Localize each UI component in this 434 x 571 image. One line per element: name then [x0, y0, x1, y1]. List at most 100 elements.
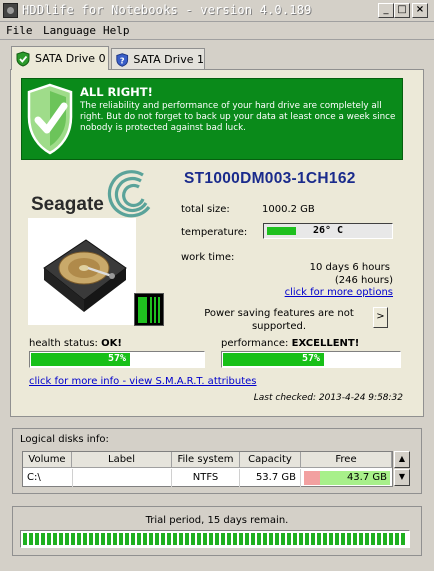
- svg-text:?: ?: [120, 55, 125, 65]
- temperature-indicator: 26° C: [263, 223, 393, 239]
- cell-free[interactable]: 43.7 GB: [304, 471, 390, 485]
- trial-progress-segment: [263, 533, 267, 545]
- trial-progress-segment: [329, 533, 333, 545]
- trial-progress-segment: [323, 533, 327, 545]
- trial-progress-segment: [401, 533, 405, 545]
- drive-model: ST1000DM003-1CH162: [184, 170, 356, 187]
- cell-file-system[interactable]: NTFS: [172, 469, 240, 487]
- tab-label: SATA Drive 1: [133, 53, 204, 66]
- trial-progress-segment: [47, 533, 51, 545]
- trial-progress-segment: [95, 533, 99, 545]
- trial-progress-segment: [359, 533, 363, 545]
- window-title: HDDlife for Notebooks - version 4.0.189: [22, 3, 312, 17]
- app-hdd-icon: [3, 3, 18, 18]
- trial-progress-segment: [377, 533, 381, 545]
- trial-progress-segment: [203, 533, 207, 545]
- trial-progress-segment: [227, 533, 231, 545]
- trial-progress-segment: [107, 533, 111, 545]
- trial-progress-segment: [191, 533, 195, 545]
- trial-progress-segment: [347, 533, 351, 545]
- trial-progress-segment: [53, 533, 57, 545]
- trial-progress-segment: [137, 533, 141, 545]
- health-percent: 57%: [107, 353, 127, 364]
- status-message: The reliability and performance of your …: [80, 101, 396, 133]
- shield-ok-icon: [16, 50, 30, 67]
- trial-progress-segment: [389, 533, 393, 545]
- work-time-hours: (246 hours): [334, 275, 393, 286]
- performance-label: performance: EXCELLENT!: [221, 338, 360, 349]
- trial-progress-segment: [269, 533, 273, 545]
- performance-bar: 57%: [221, 351, 401, 368]
- column-header-volume[interactable]: Volume: [23, 452, 72, 468]
- trial-progress-segment: [257, 533, 261, 545]
- trial-progress-segment: [305, 533, 309, 545]
- free-space-value: 43.7 GB: [346, 472, 387, 483]
- trial-progress-segment: [77, 533, 81, 545]
- column-header-free[interactable]: Free: [301, 452, 392, 468]
- total-size-value: 1000.2 GB: [262, 204, 315, 215]
- power-saving-text: Power saving features are not supported.: [204, 308, 354, 332]
- trial-progress-segment: [125, 533, 129, 545]
- health-status-label: health status: OK!: [29, 338, 122, 349]
- trial-progress-segment: [341, 533, 345, 545]
- power-options-button[interactable]: >: [373, 307, 388, 328]
- cell-label[interactable]: [72, 469, 172, 487]
- shield-question-icon: ?: [116, 52, 129, 67]
- trial-progress-segment: [89, 533, 93, 545]
- temperature-value: 26° C: [312, 225, 344, 236]
- trial-progress-segment: [161, 533, 165, 545]
- tab-sata-drive-0[interactable]: SATA Drive 0: [11, 46, 109, 70]
- trial-progress-segment: [395, 533, 399, 545]
- trial-progress-segment: [23, 533, 27, 545]
- menu-bar: File Language Help: [0, 22, 434, 40]
- seagate-logo-icon: [107, 170, 151, 218]
- menu-file[interactable]: File: [6, 24, 33, 37]
- shield-check-icon: [27, 83, 73, 155]
- scroll-down-button[interactable]: ▼: [394, 469, 410, 486]
- trial-progress-segment: [83, 533, 87, 545]
- close-button[interactable]: ×: [412, 3, 428, 18]
- trial-progress-segment: [317, 533, 321, 545]
- trial-progress-segment: [287, 533, 291, 545]
- work-time-label: work time:: [181, 252, 235, 263]
- column-header-label[interactable]: Label: [72, 452, 172, 468]
- hard-drive-icon: [43, 239, 127, 312]
- column-header-file-system[interactable]: File system: [172, 452, 240, 468]
- trial-progress-segment: [41, 533, 45, 545]
- smart-attributes-link[interactable]: click for more info - view S.M.A.R.T. at…: [29, 376, 257, 387]
- trial-progress-segment: [215, 533, 219, 545]
- trial-progress-segment: [173, 533, 177, 545]
- performance-value: EXCELLENT!: [291, 338, 360, 349]
- trial-progress-segment: [281, 533, 285, 545]
- trial-progress-segment: [113, 533, 117, 545]
- trial-progress-segment: [65, 533, 69, 545]
- trial-progress-segment: [149, 533, 153, 545]
- trial-progress-segment: [365, 533, 369, 545]
- trial-progress-segment: [221, 533, 225, 545]
- trial-text: Trial period, 15 days remain.: [145, 515, 289, 526]
- trial-progress-segment: [59, 533, 63, 545]
- cell-capacity[interactable]: 53.7 GB: [240, 469, 301, 487]
- column-header-capacity[interactable]: Capacity: [240, 452, 301, 468]
- logical-disks-table: Volume Label File system Capacity Free C…: [22, 451, 393, 487]
- more-options-link[interactable]: click for more options: [285, 287, 393, 298]
- trial-progress-segment: [311, 533, 315, 545]
- menu-help[interactable]: Help: [103, 24, 130, 37]
- trial-progress-segment: [371, 533, 375, 545]
- trial-progress-segment: [251, 533, 255, 545]
- trial-progress-segment: [101, 533, 105, 545]
- minimize-button[interactable]: _: [378, 3, 394, 18]
- status-banner: ALL RIGHT! The reliability and performan…: [21, 78, 403, 160]
- trial-progress-segment: [131, 533, 135, 545]
- menu-language[interactable]: Language: [43, 24, 96, 37]
- tab-sata-drive-1[interactable]: ? SATA Drive 1: [111, 48, 205, 70]
- trial-progress-segment: [155, 533, 159, 545]
- trial-progress-segment: [353, 533, 357, 545]
- trial-progress-segment: [35, 533, 39, 545]
- cell-volume[interactable]: C:\: [27, 469, 72, 487]
- trial-progress-segment: [179, 533, 183, 545]
- scroll-up-button[interactable]: ▲: [394, 451, 410, 468]
- maximize-button[interactable]: □: [394, 3, 410, 18]
- tab-label: SATA Drive 0: [35, 52, 106, 65]
- brand-logo-text: Seagate: [31, 194, 104, 215]
